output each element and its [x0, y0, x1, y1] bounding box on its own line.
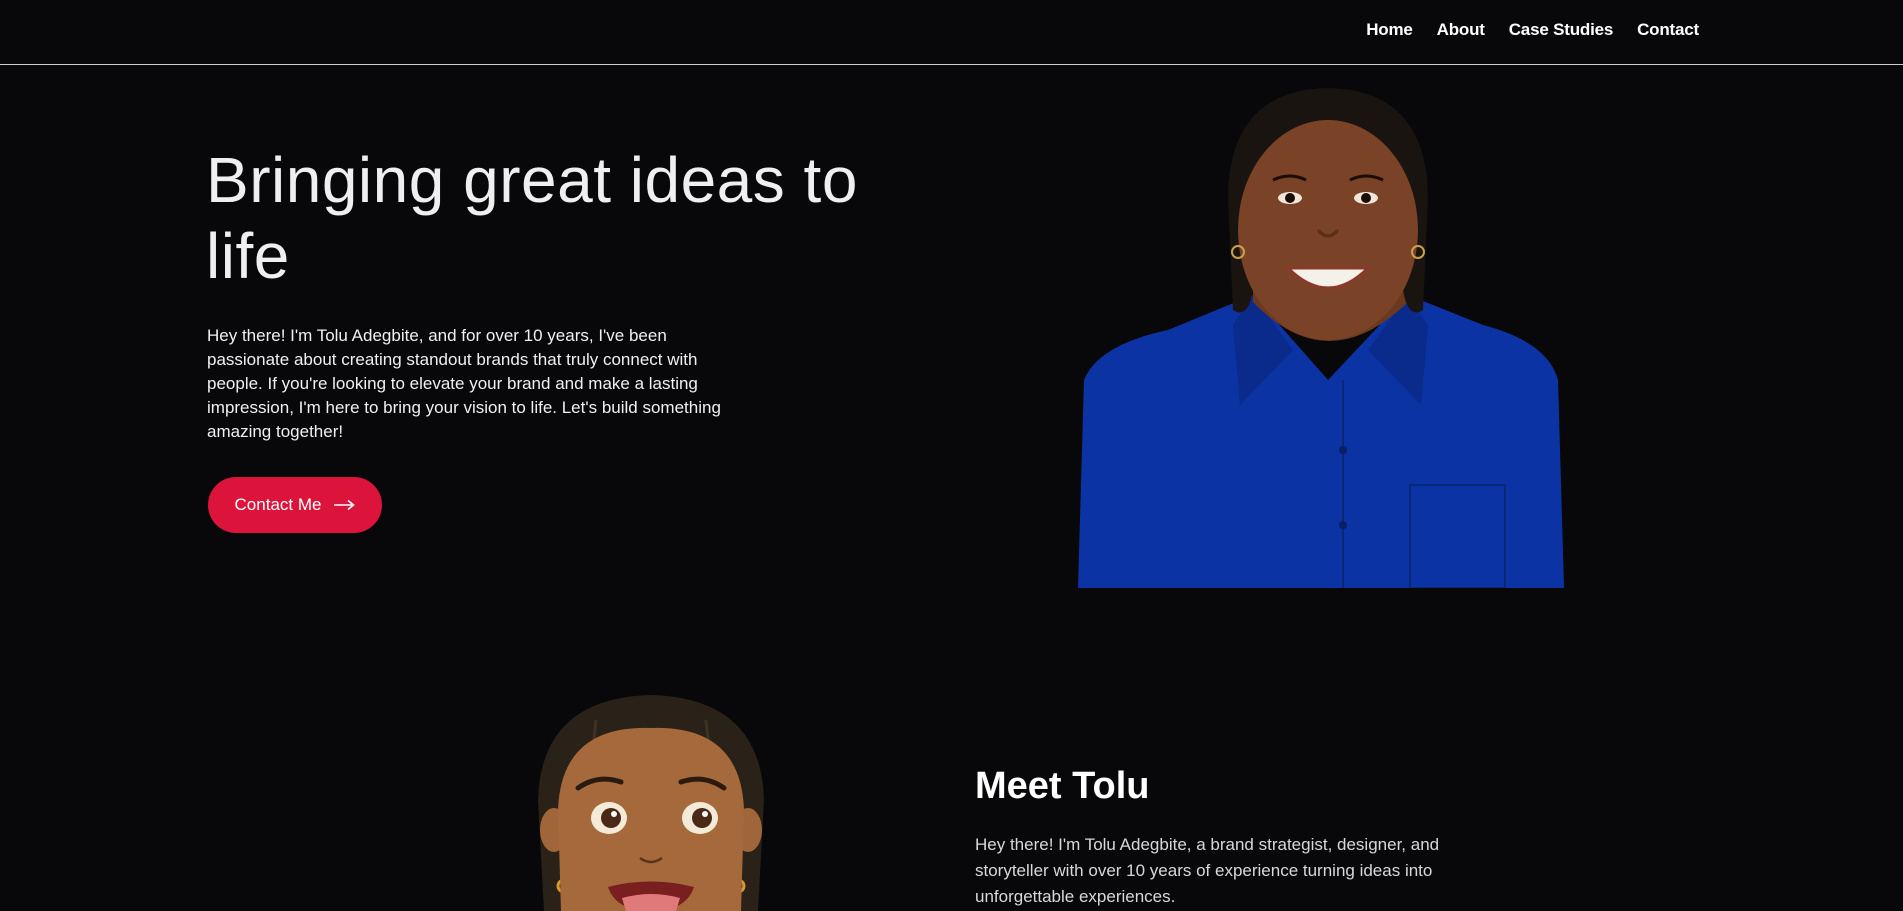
hero-title: Bringing great ideas to life [206, 144, 858, 292]
portrait-photo [1078, 88, 1564, 588]
cartoon-avatar [538, 695, 764, 911]
nav-home[interactable]: Home [1366, 20, 1413, 40]
arrow-right-icon [334, 499, 356, 511]
top-navbar: Home About Case Studies Contact [0, 0, 1903, 65]
about-text: Hey there! I'm Tolu Adegbite, a brand st… [975, 835, 1440, 906]
contact-me-label: Contact Me [234, 495, 322, 514]
nav-contact[interactable]: Contact [1637, 20, 1699, 40]
hero-intro: Hey there! I'm Tolu Adegbite, and for ov… [207, 326, 721, 441]
contact-me-button[interactable]: Contact Me [208, 477, 382, 533]
about-title: Meet Tolu [975, 765, 1150, 807]
nav-case-studies[interactable]: Case Studies [1509, 20, 1614, 40]
nav-about[interactable]: About [1437, 20, 1485, 40]
main-nav: Home About Case Studies Contact [1366, 20, 1699, 40]
